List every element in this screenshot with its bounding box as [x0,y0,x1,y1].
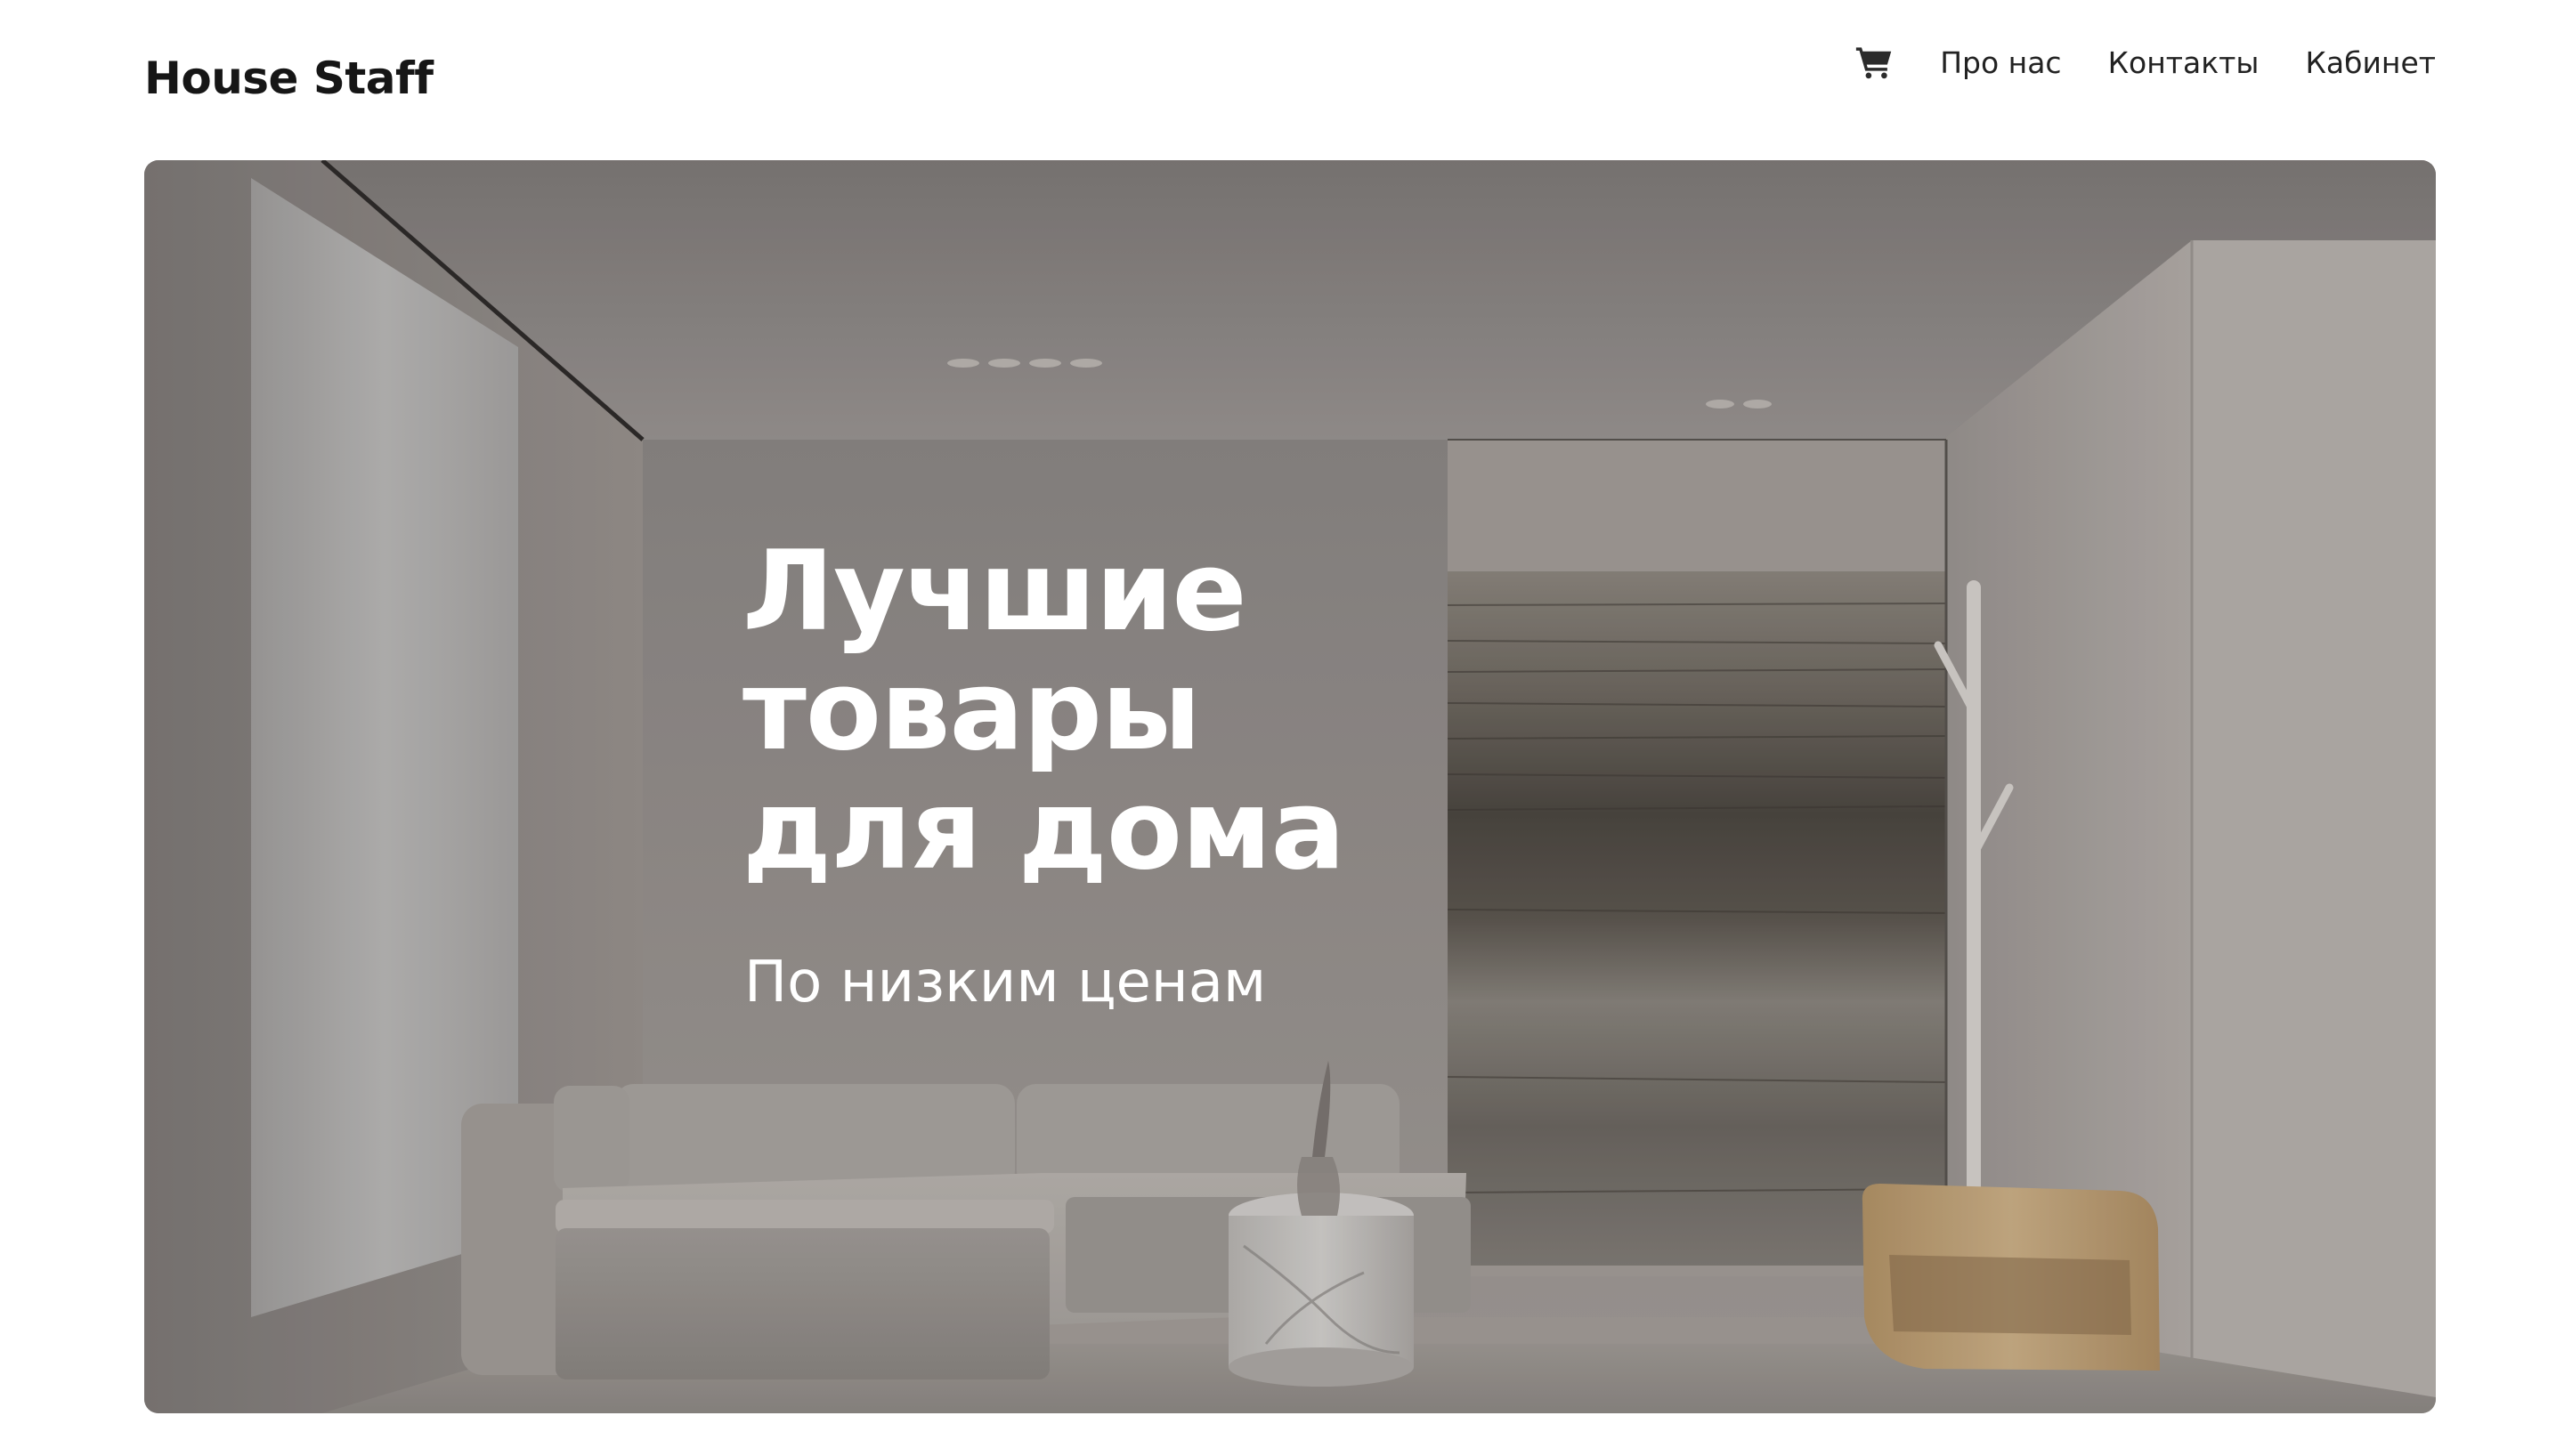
hero-title: Лучшие товары для дома [742,528,1345,894]
main-nav: Про нас Контакты Кабинет [1854,36,2436,89]
hero-subtitle: По низким ценам [744,950,1267,1015]
site-header: House Staff Про нас Контакты Кабинет [0,0,2564,160]
cart-icon[interactable] [1854,44,1894,81]
nav-about-link[interactable]: Про нас [1940,45,2061,80]
nav-contacts-link[interactable]: Контакты [2108,45,2260,80]
hero-banner: Лучшие товары для дома По низким ценам [144,160,2436,1413]
page: House Staff Про нас Контакты Кабинет Луч… [0,0,2564,1456]
nav-account-link[interactable]: Кабинет [2305,45,2436,80]
hero-text: Лучшие товары для дома По низким ценам [742,532,1419,1018]
site-logo[interactable]: House Staff [144,48,434,109]
